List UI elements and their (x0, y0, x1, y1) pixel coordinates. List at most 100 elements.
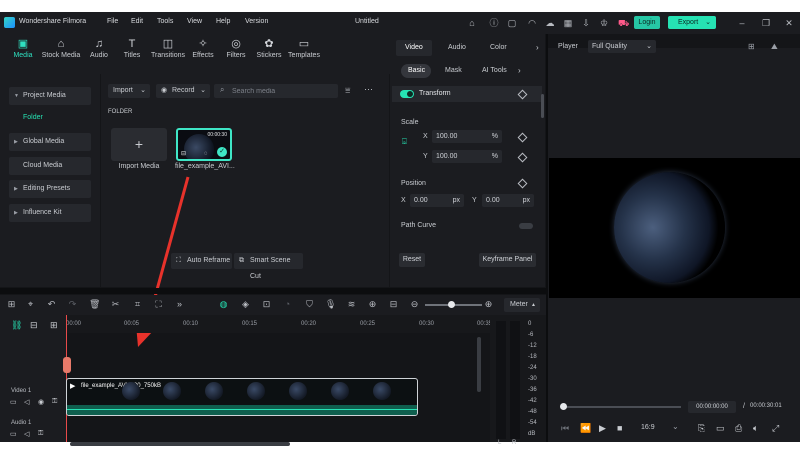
import-dropdown[interactable]: Import ⌄ (108, 84, 150, 98)
menu-edit[interactable]: Edit (131, 18, 143, 25)
snap-magnet-icon[interactable]: ◍ (218, 299, 229, 310)
aspect-ratio[interactable]: 16:9 (641, 424, 655, 431)
cut-scissors-icon[interactable]: ✂ (110, 299, 121, 310)
tab-audio-props[interactable]: Audio (448, 44, 466, 51)
subtab-basic[interactable]: Basic (408, 67, 425, 74)
fullscreen-icon[interactable]: ⤢ (772, 423, 779, 434)
mute-speaker-icon[interactable]: ◁ (24, 430, 29, 438)
tab-color[interactable]: Color (490, 44, 507, 51)
import-media-tile[interactable]: + (111, 128, 167, 161)
timeline-ruler[interactable]: 00:00 00:05 00:10 00:15 00:20 00:25 00:3… (66, 315, 492, 333)
chevron-down-icon[interactable]: ⌄ (672, 422, 679, 431)
mark-in-icon[interactable]: ⎘ (698, 423, 705, 434)
snapshot-image-icon[interactable]: ⛰ (771, 42, 778, 52)
chevron-right-icon[interactable]: › (518, 66, 521, 75)
timeline-vertical-scrollbar[interactable] (477, 337, 481, 392)
cloud-upload-icon[interactable]: ☁ (545, 18, 555, 28)
add-track-icon[interactable]: ⊕ (367, 299, 378, 310)
reset-button[interactable]: Reset (399, 253, 425, 267)
camera-snapshot-icon[interactable]: ⎙ (735, 423, 742, 434)
undo-icon[interactable]: ↶ (46, 299, 57, 310)
download-icon[interactable]: ⇩ (581, 18, 591, 28)
menu-help[interactable]: Help (216, 18, 230, 25)
restore-icon[interactable]: ❐ (761, 18, 771, 28)
play-icon[interactable]: ▶ (599, 423, 606, 434)
sidebar-item-global-media[interactable]: ▶ Global Media (9, 133, 91, 151)
keyframe-panel-button[interactable]: Keyframe Panel (479, 253, 536, 267)
gift-icon[interactable]: ⌂ (467, 18, 477, 28)
menu-file[interactable]: File (107, 18, 118, 25)
subtab-ai-tools[interactable]: AI Tools (482, 67, 507, 74)
close-icon[interactable]: ✕ (784, 18, 794, 28)
info-icon[interactable]: ⓘ (489, 18, 499, 28)
search-input[interactable] (232, 85, 332, 97)
speed-icon[interactable]: ◔ (282, 299, 293, 310)
link-icon[interactable]: ⛓ (11, 320, 22, 331)
scale-x-input[interactable]: 100.00 % (432, 130, 502, 143)
feedback-icon[interactable]: ▢ (507, 18, 517, 28)
scale-y-input[interactable]: 100.00 % (432, 150, 502, 163)
step-back-icon[interactable]: ⏪ (580, 423, 591, 434)
text-to-speech-icon[interactable]: ≋ (346, 299, 357, 310)
path-curve-toggle[interactable] (519, 223, 533, 229)
tab-media[interactable]: ▣ Media (10, 38, 36, 59)
login-button[interactable]: Login (634, 16, 660, 29)
tab-effects[interactable]: ✧ Effects (191, 38, 215, 59)
panel-divider[interactable] (0, 288, 548, 294)
export-button[interactable]: Export ⌄ (668, 16, 716, 29)
grid-icon[interactable]: ▦ (563, 18, 573, 28)
tab-titles[interactable]: T Titles (121, 38, 143, 59)
tab-audio[interactable]: ♫ Audio (88, 38, 110, 59)
timeline-video-clip[interactable]: ▶ file_example_AVI_480_750kB (66, 378, 418, 416)
cart-icon[interactable]: ⛟ (618, 18, 629, 28)
prev-frame-icon[interactable]: ⏮ (561, 423, 569, 434)
tab-templates[interactable]: ▭ Templates (287, 38, 321, 59)
crown-icon[interactable]: ♔ (599, 18, 609, 28)
microphone-icon[interactable]: 🎙︎ (325, 299, 336, 310)
record-dropdown[interactable]: ◉ Record ⌄ (156, 84, 210, 98)
quality-dropdown[interactable]: Full Quality ⌄ (588, 40, 656, 53)
sidebar-item-project-media[interactable]: ▼ Project Media (9, 87, 91, 105)
lock-icon[interactable]: ⚿ (52, 398, 57, 406)
sidebar-item-cloud-media[interactable]: Cloud Media (9, 157, 91, 175)
zoom-slider-knob[interactable] (448, 301, 455, 308)
lock-icon[interactable]: ⚿ (38, 430, 43, 438)
link-lock-icon[interactable]: ⌺ (402, 137, 407, 147)
pos-y-input[interactable]: 0.00 px (482, 194, 534, 207)
crop-icon[interactable]: ⌗ (132, 299, 143, 310)
panel-divider[interactable] (546, 34, 548, 442)
tab-video[interactable]: Video (405, 44, 423, 51)
smart-scene-cut-button[interactable]: ⧉ Smart Scene Cut (234, 253, 303, 280)
shield-icon[interactable]: ⛉ (304, 299, 315, 310)
playhead-knob[interactable] (560, 403, 567, 410)
headset-icon[interactable]: ◠ (527, 18, 537, 28)
folder-icon[interactable]: ▭ (10, 430, 17, 438)
menu-version[interactable]: Version (245, 18, 268, 25)
current-time[interactable]: 00:00:00:00 (688, 401, 736, 413)
playhead-marker[interactable] (63, 357, 71, 373)
timeline-horizontal-scrollbar[interactable] (70, 442, 290, 446)
media-clip-thumbnail[interactable]: 00:00:30 ⊟ ◌ ✓ (176, 128, 232, 161)
volume-icon[interactable]: 🔈︎ (753, 423, 758, 434)
subtab-mask[interactable]: Mask (445, 67, 462, 74)
redo-icon[interactable]: ↷ (67, 299, 78, 310)
more-chevron-icon[interactable]: » (174, 299, 185, 310)
zoom-out-icon[interactable]: ⊖ (409, 299, 420, 310)
select-pointer-icon[interactable]: ⌖ (25, 299, 36, 310)
split-screen-icon[interactable]: ⊟ (388, 299, 399, 310)
sidebar-item-influence-kit[interactable]: ▶ Influence Kit (9, 204, 91, 222)
zoom-in-icon[interactable]: ⊕ (483, 299, 494, 310)
tab-transitions[interactable]: ◫ Transitions (150, 38, 186, 59)
panel-scrollbar[interactable] (541, 94, 544, 118)
sidebar-item-editing-presets[interactable]: ▶ Editing Presets (9, 180, 91, 198)
mute-speaker-icon[interactable]: ◁ (24, 398, 29, 406)
meter-toggle[interactable]: Meter ▲ (504, 298, 540, 312)
sidebar-item-folder[interactable]: Folder (9, 109, 91, 127)
delete-icon[interactable]: 🗑︎ (89, 299, 100, 310)
pos-x-input[interactable]: 0.00 px (410, 194, 464, 207)
display-monitor-icon[interactable]: ▭ (716, 423, 725, 434)
layout-grid-icon[interactable]: ⊞ (6, 299, 17, 310)
menu-tools[interactable]: Tools (157, 18, 173, 25)
menu-view[interactable]: View (187, 18, 202, 25)
ai-icon[interactable]: ⊡ (261, 299, 272, 310)
